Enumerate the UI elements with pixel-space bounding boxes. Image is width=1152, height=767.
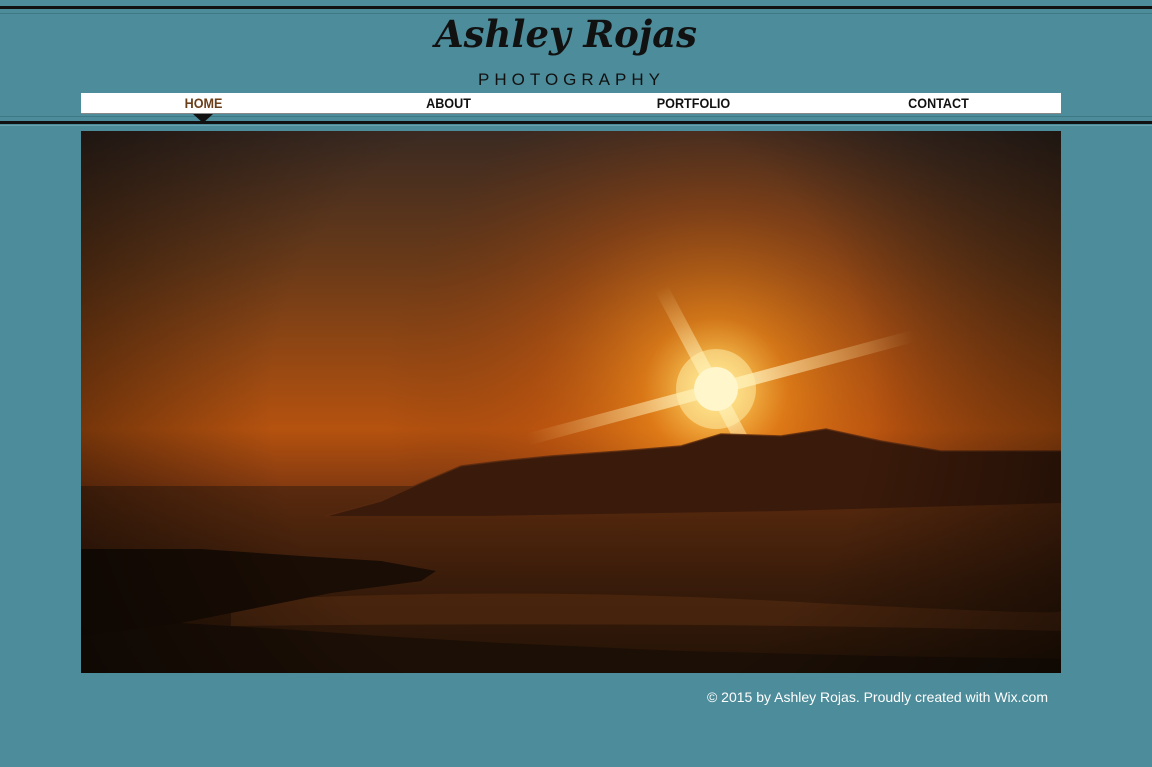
sunset-image [81, 131, 1061, 673]
active-nav-pointer-icon [193, 114, 213, 123]
nav-item-contact[interactable]: CONTACT [828, 93, 1049, 113]
nav-item-portfolio[interactable]: PORTFOLIO [583, 93, 804, 113]
main-nav: HOME ABOUT PORTFOLIO CONTACT [81, 93, 1061, 114]
header-bottom-thin-rule [0, 116, 1152, 117]
footer-copyright: © 2015 by Ashley Rojas. Proudly created … [706, 689, 1048, 705]
header-top-rule [0, 6, 1152, 9]
header-bottom-rule [0, 121, 1152, 124]
nav-item-home[interactable]: HOME [93, 93, 314, 113]
site-title[interactable]: Ashley Rojas [0, 12, 1132, 56]
hero-image [81, 131, 1061, 673]
page: Ashley Rojas PHOTOGRAPHY HOME ABOUT PORT… [0, 0, 1152, 767]
header-bottom-shadow [0, 125, 1152, 126]
nav-item-about[interactable]: ABOUT [338, 93, 559, 113]
site-subtitle: PHOTOGRAPHY [478, 70, 665, 89]
